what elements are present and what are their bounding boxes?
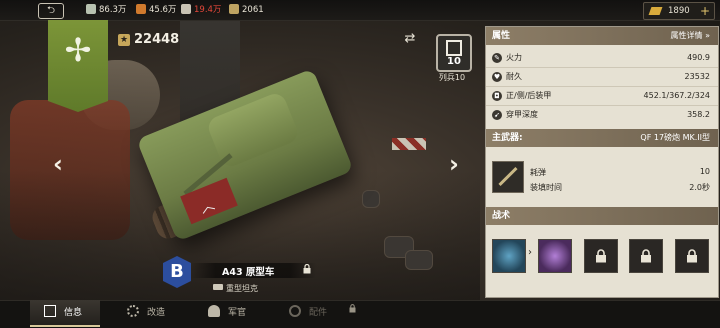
supplies-icon [136,4,146,14]
weapon-stat-ammo: 耗弹 10 [530,167,710,177]
tactic-skill-locked-2[interactable] [629,239,663,273]
tank-name: A43 原型车 [222,267,275,278]
chevron-right-icon: › [528,247,532,258]
tab-info[interactable]: 信息 [30,300,100,327]
tactic-skill-1[interactable] [492,239,526,273]
attribute-row-durability: ♥ 耐久 23532 [486,68,718,87]
barrel [362,190,380,208]
prev-tank-arrow[interactable]: ‹ [50,152,66,176]
tactic-skill-locked-1[interactable] [584,239,618,273]
info-icon [44,305,56,317]
attribute-row-armor: ◘ 正/侧/后装甲 452.1/367.2/324 [486,87,718,106]
gold-balance: 1890 + [643,2,715,20]
tab-officer[interactable]: 军官 [208,300,288,327]
weapon-stat-reload: 装填时间 2.0秒 [530,183,710,192]
officer-icon [208,305,220,317]
lock-icon [303,264,311,274]
tier-label: 列兵10 [438,73,466,82]
info-panel: 属性 属性详情 » ✎ 火力 490.9 ♥ 耐久 23532 ◘ 正/侧/后装… [485,26,719,298]
parts-icon [289,305,301,317]
armor-icon: ◘ [492,91,502,101]
swap-icon[interactable]: ⇄ [402,32,418,46]
steel-icon [181,4,191,14]
next-tank-arrow[interactable]: › [446,152,462,176]
add-gold-button[interactable]: + [700,3,710,19]
back-button[interactable]: ⮌ [38,3,64,19]
top-bar: ⮌ 86.3万 45.6万 19.4万 2061 1890 + [0,0,720,21]
double-chevron-icon: » [705,31,710,40]
attributes-detail-link[interactable]: 属性详情 » [671,27,710,45]
battle-points: ★ 22448 [118,32,180,47]
tactics-header: 战术 [486,207,718,225]
bottom-tab-bar [0,300,720,328]
lock-icon [641,249,651,263]
resource-steel: 19.4万 [181,3,221,17]
tactic-skill-locked-3[interactable] [675,239,709,273]
penetration-icon: ➹ [492,110,502,120]
resource-supplies: 45.6万 [136,3,176,17]
ammo-icon [229,4,239,14]
tier-rank[interactable]: 10 [436,34,472,72]
durability-icon: ♥ [492,72,502,82]
rank-square-icon [446,40,462,56]
resource-silver: 86.3万 [86,3,126,17]
nation-emblem-icon: ✢ [64,31,92,69]
star-icon: ★ [118,34,130,46]
attribute-row-firepower: ✎ 火力 490.9 [486,49,718,68]
tab-modify[interactable]: 改造 [127,300,207,327]
firepower-icon: ✎ [492,53,502,63]
crate [405,250,433,270]
main-weapon-header: 主武器: QF 17磅炮 MK.II型 [486,129,718,147]
back-arrow-icon: ⮌ [46,5,55,16]
gold-bar-icon [648,7,663,15]
tactic-skill-2[interactable] [538,239,572,273]
cannon-icon[interactable] [492,161,524,193]
lock-icon [349,304,356,313]
tank-class: 重型坦克 [213,283,258,294]
lock-icon [687,249,697,263]
lock-icon [596,249,606,263]
resource-ammo: 2061 [229,3,264,17]
attributes-header: 属性 属性详情 » [486,27,718,45]
silver-coin-icon [86,4,96,14]
warning-barrier [392,138,426,150]
attribute-row-penetration: ➹ 穿甲深度 358.2 [486,106,718,124]
heavy-tank-icon [213,284,223,290]
gear-icon [127,305,139,317]
